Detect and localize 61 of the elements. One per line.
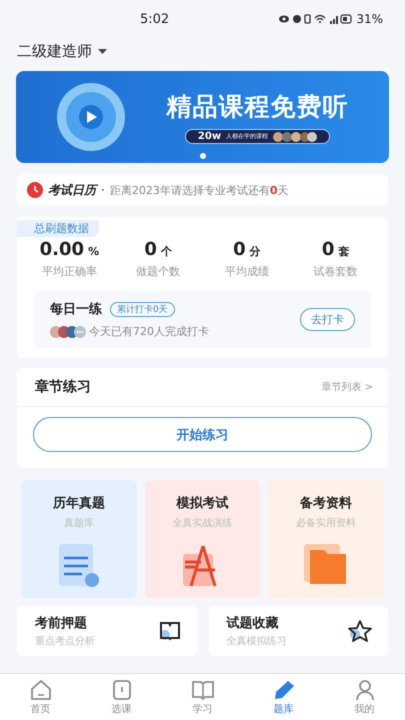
tab-item[interactable]: 学习	[162, 674, 243, 720]
tab-item[interactable]: 题库	[243, 674, 324, 720]
card-icon	[110, 678, 132, 700]
chapter-list-link[interactable]: 章节列表 >	[321, 380, 373, 394]
avatar-group-icon	[273, 132, 318, 142]
feature-tile[interactable]: 备考资料 必备实用资料	[268, 480, 384, 598]
shortcut-card[interactable]: 考前押题 重点考点分析	[17, 606, 196, 656]
feature-tile[interactable]: 模拟考试 全真实战演练	[144, 480, 260, 598]
stat-value: 0	[233, 239, 246, 260]
document-icon	[56, 542, 101, 590]
stat-value: 0	[144, 239, 157, 260]
shortcut-card[interactable]: 试题收藏 全真模拟练习	[208, 606, 388, 656]
stat-unit: 个	[160, 244, 172, 259]
tile-title: 备考资料	[300, 495, 352, 512]
learner-count: 20w	[198, 131, 222, 142]
status-time: 5:02	[140, 12, 170, 26]
clock-icon	[27, 182, 43, 198]
tile-title: 模拟考试	[176, 494, 228, 512]
calendar-label: 考试日历	[48, 182, 96, 198]
checkin-count: 今天已有720人完成打卡	[89, 324, 209, 339]
stat-unit: 套	[338, 244, 350, 259]
caret-icon	[98, 48, 107, 54]
stat-label: 平均正确率	[42, 264, 97, 279]
tab-item[interactable]: 选课	[81, 674, 162, 720]
tile-subtitle: 全真实战演练	[172, 516, 232, 530]
book-icon	[190, 678, 214, 700]
star-icon	[348, 620, 372, 642]
stat-unit: %	[88, 245, 100, 258]
stats-tag: 总刷题数据	[17, 220, 99, 237]
tile-subtitle: 必备实用资料	[296, 516, 356, 530]
stat-value: 0.00	[40, 239, 84, 260]
stat-label: 平均成绩	[224, 264, 269, 279]
card-title: 考前押题	[35, 615, 88, 632]
book-icon	[158, 621, 180, 641]
home-icon	[30, 678, 52, 700]
stat-label: 试卷套数	[314, 264, 358, 279]
battery-level: 31%	[356, 12, 383, 26]
stat-label: 做题个数	[136, 264, 180, 279]
tile-subtitle: 真题库	[64, 516, 94, 530]
banner-title: 精品课程免费听	[166, 91, 348, 123]
checkin-button[interactable]: 去打卡	[300, 308, 355, 331]
section-title: 章节练习	[35, 378, 91, 396]
start-practice-button[interactable]: 开始练习	[33, 417, 372, 452]
card-title: 试题收藏	[226, 615, 280, 632]
card-subtitle: 重点考点分析	[35, 634, 95, 648]
feature-tile[interactable]: 历年真题 真题库	[21, 480, 137, 598]
tile-title: 历年真题	[52, 495, 105, 512]
streak-badge: 累计打卡0天	[110, 302, 175, 316]
countdown-text: 距离2023年请选择专业考试还有0天	[110, 182, 288, 198]
stat-value: 0	[322, 239, 334, 260]
stat-unit: 分	[250, 244, 261, 259]
exam-selector[interactable]: 二级建造师	[17, 42, 92, 61]
play-disc-icon	[56, 82, 126, 152]
more-icon	[74, 326, 86, 338]
tab-item[interactable]: 首页	[0, 674, 81, 720]
card-subtitle: 全真模拟练习	[226, 634, 286, 648]
person-icon	[354, 678, 376, 700]
carousel-dot[interactable]	[200, 153, 206, 159]
tab-item[interactable]: 我的	[324, 674, 405, 720]
separator-dot: ·	[101, 183, 105, 197]
daily-title: 每日一练	[50, 301, 102, 318]
